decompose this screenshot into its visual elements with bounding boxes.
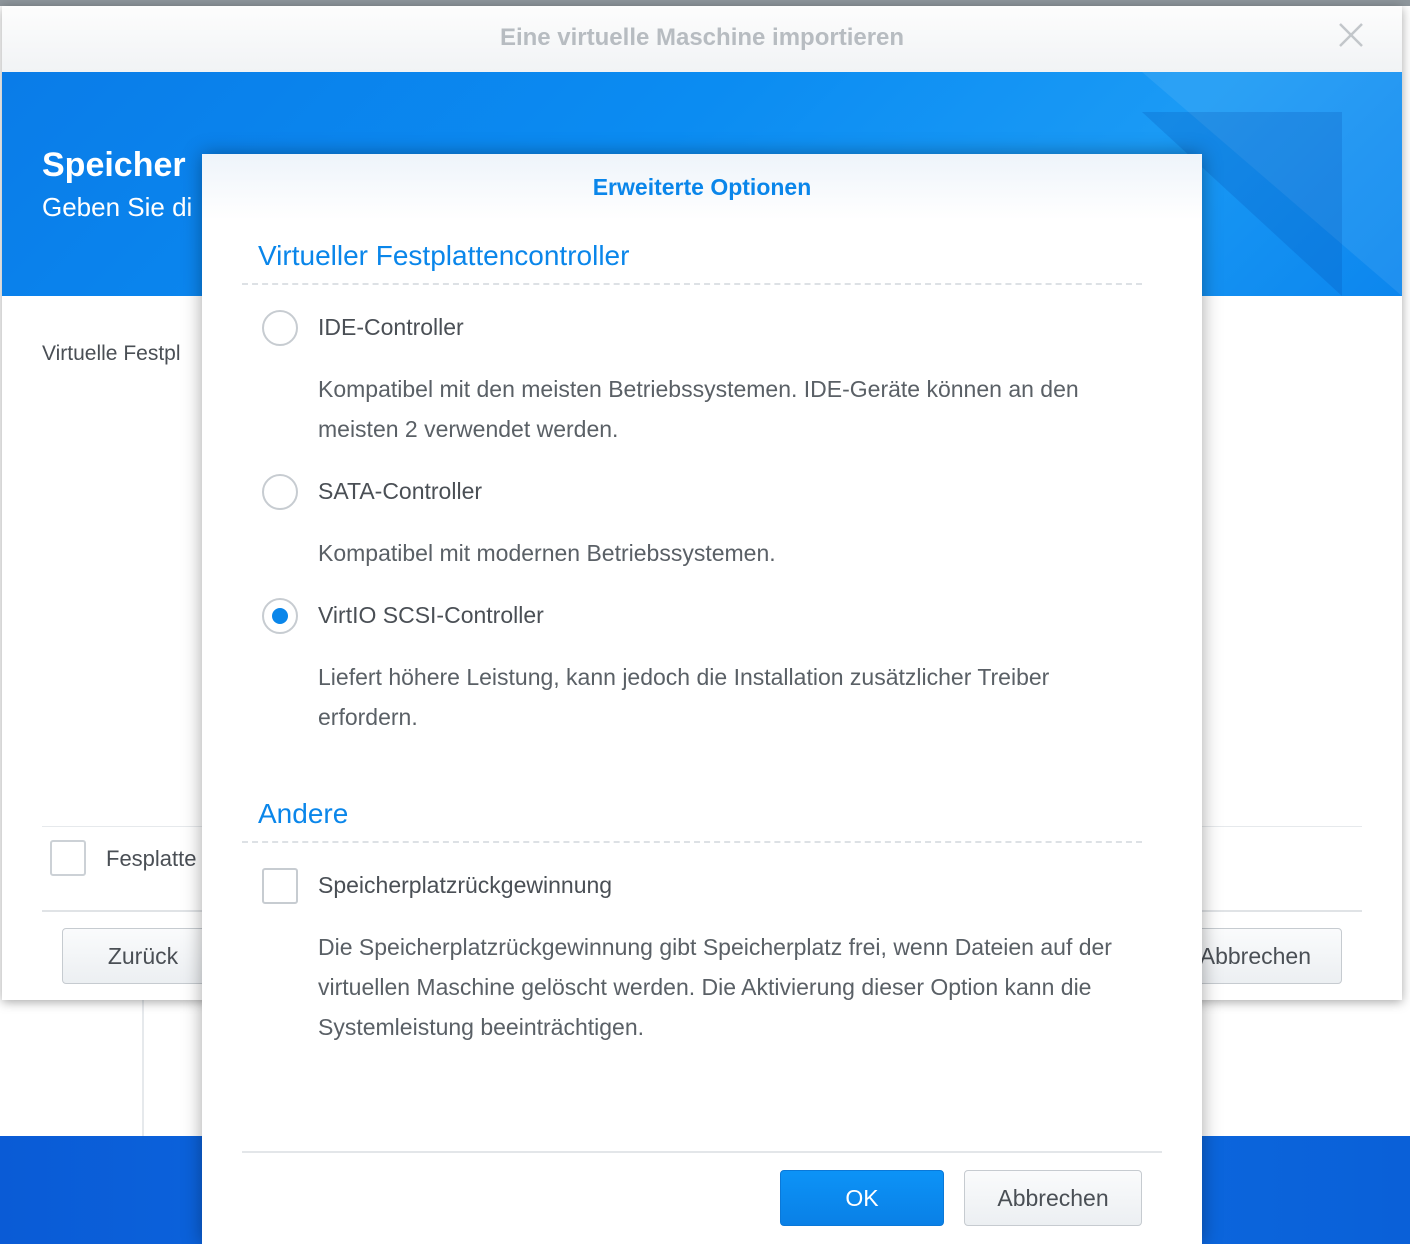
- space-reclamation-description: Die Speicherplatzrückgewinnung gibt Spei…: [318, 934, 1112, 1040]
- background-divider: [142, 1000, 144, 1136]
- radio-selected-dot: [272, 608, 288, 624]
- virtio-scsi-controller-label[interactable]: VirtIO SCSI-Controller: [318, 602, 544, 629]
- dialog-titlebar: Erweiterte Optionen: [202, 154, 1202, 220]
- section-divider: [242, 283, 1142, 285]
- cancel-button[interactable]: Abbrechen: [964, 1170, 1142, 1226]
- disk-checkbox-label: Fesplatte: [106, 846, 197, 871]
- other-section-title: Andere: [258, 798, 349, 829]
- controller-section-title: Virtueller Festplattencontroller: [258, 240, 630, 271]
- wizard-title: Eine virtuelle Maschine importieren: [499, 24, 905, 51]
- section-divider: [242, 841, 1142, 843]
- close-icon-glyph: [1339, 23, 1363, 47]
- sata-controller-description: Kompatibel mit modernen Betriebssystemen…: [318, 540, 776, 566]
- space-reclamation-checkbox[interactable]: [262, 868, 298, 904]
- ide-controller-description: Kompatibel mit den meisten Betriebssyste…: [318, 376, 1079, 442]
- dialog-footer-divider: [242, 1151, 1162, 1153]
- close-icon[interactable]: [1336, 20, 1366, 54]
- wizard-step-description: Geben Sie di: [42, 192, 193, 222]
- virtio-scsi-controller-radio[interactable]: [262, 598, 298, 634]
- virtual-disk-label: Virtuelle Festpl: [42, 342, 181, 365]
- disk-checkbox[interactable]: [50, 840, 86, 876]
- wizard-step-heading: Speicher: [42, 146, 186, 184]
- wizard-titlebar: Eine virtuelle Maschine importieren: [2, 6, 1402, 72]
- back-button[interactable]: Zurück: [62, 928, 224, 984]
- virtio-scsi-controller-description: Liefert höhere Leistung, kann jedoch die…: [318, 664, 1050, 730]
- space-reclamation-label[interactable]: Speicherplatzrückgewinnung: [318, 872, 612, 899]
- advanced-options-dialog: Erweiterte Optionen Virtueller Festplatt…: [202, 154, 1202, 1244]
- sata-controller-radio[interactable]: [262, 474, 298, 510]
- sata-controller-label[interactable]: SATA-Controller: [318, 478, 482, 505]
- ide-controller-label[interactable]: IDE-Controller: [318, 314, 464, 341]
- ok-button[interactable]: OK: [780, 1170, 944, 1226]
- ide-controller-radio[interactable]: [262, 310, 298, 346]
- dialog-title: Erweiterte Optionen: [592, 174, 812, 200]
